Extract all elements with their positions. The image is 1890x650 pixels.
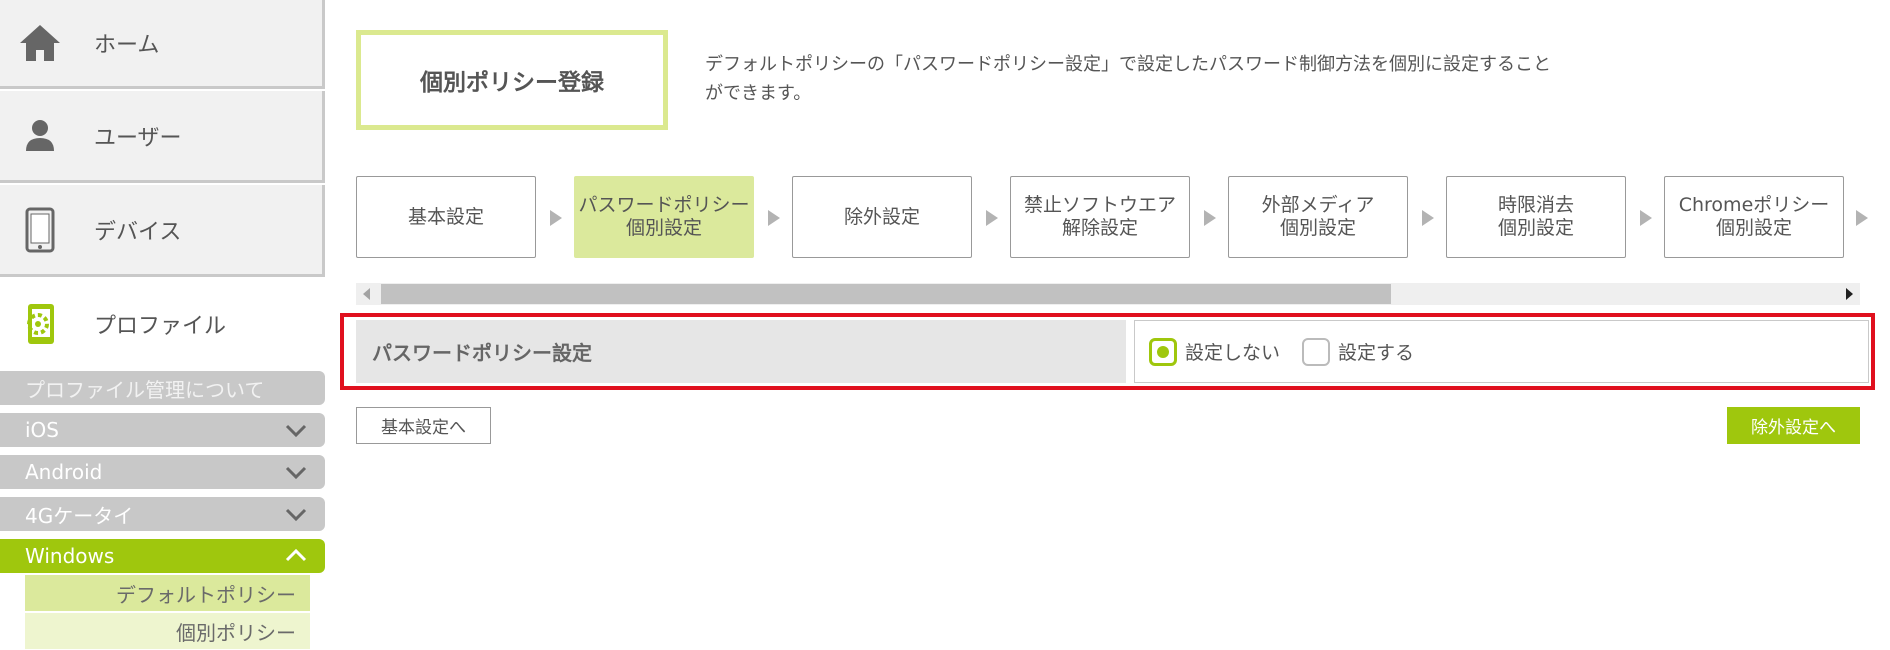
step-label: 基本設定 — [407, 205, 484, 228]
nav-home-label: ホーム — [94, 33, 160, 58]
step-label-line2: 解除設定 — [1061, 217, 1138, 239]
setting-label: パスワードポリシー設定 — [356, 320, 1126, 383]
step-external-media[interactable]: 外部メディア 個別設定 — [1228, 176, 1408, 258]
sidebar-item-label: デフォルトポリシー — [116, 582, 296, 607]
step-arrow-icon — [1856, 210, 1868, 226]
nav-profile[interactable]: プロファイル — [0, 278, 325, 370]
step-label-line2: 個別設定 — [1497, 217, 1574, 239]
step-arrow-icon — [1204, 210, 1216, 226]
step-timed-erase[interactable]: 時限消去 個別設定 — [1446, 176, 1626, 258]
step-label-line1: 時限消去 — [1497, 194, 1574, 216]
step-label-line1: 禁止ソフトウエア — [1023, 194, 1176, 216]
step-arrow-icon — [986, 210, 998, 226]
sidebar-item-label: 4Gケータイ — [25, 503, 134, 528]
radio-checked-icon — [1149, 337, 1177, 366]
step-label-line1: 外部メディア — [1261, 194, 1375, 216]
step-exclusion-settings[interactable]: 除外設定 — [792, 176, 972, 258]
sidebar-item-label: プロファイル管理について — [25, 377, 265, 402]
step-arrow-icon — [550, 210, 562, 226]
sidebar-item-android[interactable]: Android — [0, 455, 325, 489]
radio-not-set[interactable]: 設定しない — [1149, 337, 1281, 366]
scroll-left-icon[interactable] — [363, 288, 370, 300]
sidebar-item-4g-keitai[interactable]: 4Gケータイ — [0, 497, 325, 531]
step-basic-settings[interactable]: 基本設定 — [356, 176, 536, 258]
smartphone-icon — [18, 207, 62, 252]
sidebar-item-individual-policy[interactable]: 個別ポリシー — [25, 613, 310, 649]
scroll-right-icon[interactable] — [1846, 288, 1853, 300]
nav-home[interactable]: ホーム — [0, 0, 325, 89]
chevron-down-icon — [285, 424, 307, 438]
nav-user[interactable]: ユーザー — [0, 91, 325, 183]
chevron-down-icon — [285, 508, 307, 522]
step-label-line2: 個別設定 — [625, 217, 702, 239]
sidebar-item-windows[interactable]: Windows — [0, 539, 325, 573]
home-icon — [18, 21, 62, 65]
sidebar-item-label: Windows — [25, 544, 115, 568]
step-label: パスワードポリシー 個別設定 — [578, 194, 749, 240]
setting-options: 設定しない 設定する — [1134, 320, 1869, 383]
radio-label: 設定する — [1338, 342, 1415, 364]
sidebar-item-label: iOS — [25, 418, 59, 442]
step-label: 禁止ソフトウエア 解除設定 — [1024, 194, 1176, 240]
next-exclusion-settings-button[interactable]: 除外設定へ — [1727, 407, 1860, 444]
nav-profile-label: プロファイル — [94, 314, 227, 339]
sidebar-item-ios[interactable]: iOS — [0, 413, 325, 447]
step-prohibited-software[interactable]: 禁止ソフトウエア 解除設定 — [1010, 176, 1190, 258]
profile-gear-icon — [18, 302, 62, 346]
password-policy-setting-row: パスワードポリシー設定 設定しない 設定する — [340, 313, 1875, 390]
step-label-line2: 個別設定 — [1715, 217, 1792, 239]
step-arrow-icon — [768, 210, 780, 226]
step-label-line1: パスワードポリシー — [578, 194, 750, 216]
scrollbar-thumb[interactable] — [381, 284, 1391, 304]
back-to-basic-settings-button[interactable]: 基本設定へ — [356, 407, 491, 444]
step-chrome-policy[interactable]: Chromeポリシー 個別設定 — [1664, 176, 1844, 258]
step-arrow-icon — [1422, 210, 1434, 226]
step-label: 時限消去 個別設定 — [1498, 194, 1574, 240]
step-password-policy[interactable]: パスワードポリシー 個別設定 — [574, 176, 754, 258]
sidebar-item-default-policy[interactable]: デフォルトポリシー — [25, 575, 310, 611]
sidebar-item-label: Android — [25, 460, 103, 484]
step-label: 除外設定 — [843, 205, 920, 228]
steps-scrollbar[interactable] — [356, 283, 1860, 305]
step-label-line1: Chromeポリシー — [1678, 194, 1830, 216]
step-arrow-icon — [1640, 210, 1652, 226]
sidebar-item-label: 個別ポリシー — [176, 620, 296, 645]
chevron-up-icon — [285, 548, 307, 562]
radio-label: 設定しない — [1185, 342, 1281, 364]
sidebar: ホーム ユーザー デバイス プロファイル プロファイル管理について iOS An… — [0, 0, 330, 650]
step-label: Chromeポリシー 個別設定 — [1679, 194, 1830, 240]
step-label-line2: 個別設定 — [1279, 217, 1356, 239]
nav-device[interactable]: デバイス — [0, 185, 325, 277]
sidebar-item-about-profile[interactable]: プロファイル管理について — [0, 371, 325, 405]
nav-device-label: デバイス — [94, 219, 182, 245]
radio-set[interactable]: 設定する — [1302, 337, 1415, 366]
radio-unchecked-icon — [1302, 337, 1331, 366]
page-description: デフォルトポリシーの「パスワードポリシー設定」で設定したパスワード制御方法を個別… — [705, 54, 1551, 104]
step-label: 外部メディア 個別設定 — [1262, 194, 1375, 240]
nav-user-label: ユーザー — [94, 125, 182, 151]
user-icon — [18, 114, 62, 158]
page-title: 個別ポリシー登録 — [356, 30, 668, 130]
chevron-down-icon — [285, 466, 307, 480]
